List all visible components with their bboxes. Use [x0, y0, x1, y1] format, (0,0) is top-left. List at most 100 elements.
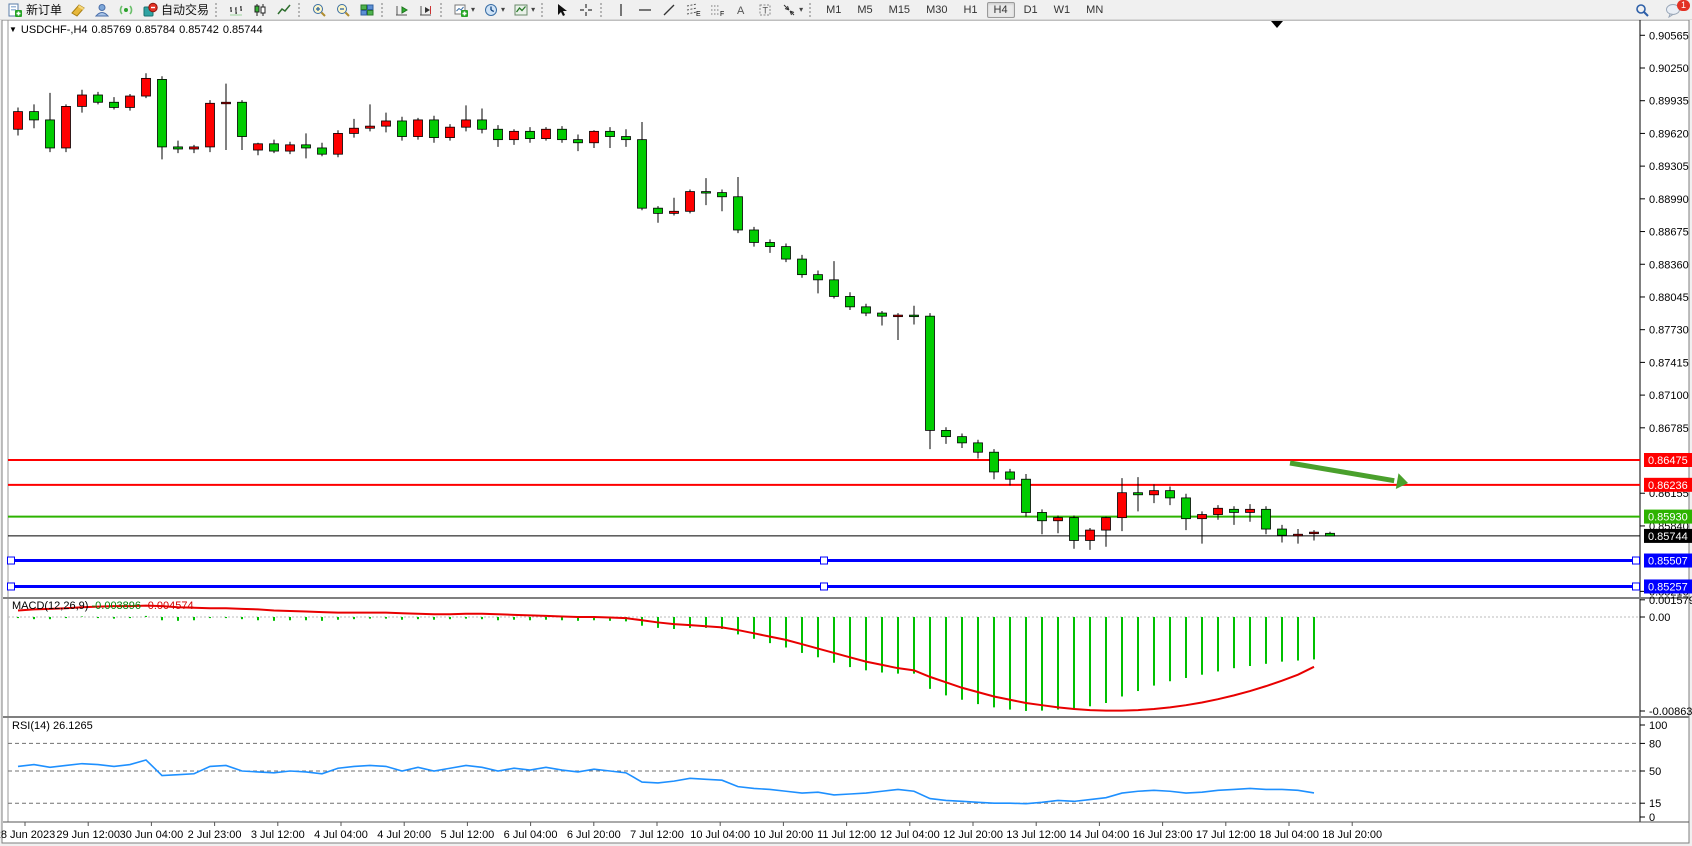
candle — [414, 118, 423, 140]
zoom-group — [307, 0, 379, 19]
trendline-tool-button[interactable] — [658, 0, 680, 19]
vline-icon — [613, 2, 629, 18]
tf-MN[interactable]: MN — [1079, 2, 1110, 18]
time-label: 16 Jul 23:00 — [1133, 829, 1193, 841]
price-tick-label: 0.89620 — [1649, 128, 1689, 140]
new-chart-button[interactable]: ▾ — [450, 0, 478, 19]
time-label: 7 Jul 12:00 — [630, 829, 684, 841]
line-drag-handle[interactable] — [8, 583, 15, 590]
candle — [158, 76, 167, 159]
line-drag-handle[interactable] — [8, 557, 15, 564]
macd-signal-value: -0.004574 — [144, 600, 194, 612]
candle-chart-button[interactable] — [249, 0, 271, 19]
toolbar-grip — [440, 3, 447, 17]
chart-dropdown-icon[interactable]: ▼ — [9, 25, 17, 34]
fibo-fan-icon: F — [709, 2, 725, 18]
shapes-button[interactable]: ▾ — [778, 0, 806, 19]
time-label: 6 Jul 04:00 — [504, 829, 558, 841]
profiles-button[interactable]: ▾ — [480, 0, 508, 19]
chart-type-group — [224, 0, 296, 19]
price-tick-label: 0.86785 — [1649, 423, 1689, 435]
community-button[interactable] — [91, 0, 113, 19]
tf-M1[interactable]: M1 — [819, 2, 848, 18]
line-drag-handle[interactable] — [1633, 557, 1640, 564]
cursor-button[interactable] — [551, 0, 573, 19]
chat-button[interactable]: 1 — [1662, 0, 1685, 19]
line-drag-handle[interactable] — [1633, 583, 1640, 590]
tile-windows-button[interactable] — [356, 0, 378, 19]
svg-text:E: E — [696, 11, 701, 18]
rsi-axis-label: 50 — [1649, 766, 1661, 778]
hline-tool-button[interactable] — [634, 0, 656, 19]
fibo-tool-button[interactable]: E — [682, 0, 704, 19]
chart-shift-icon — [418, 2, 434, 18]
timeframe-group: M1M5M15M30H1H4D1W1MN — [818, 0, 1111, 19]
trade-group: 新订单 自动交易 — [3, 0, 213, 19]
tf-W1[interactable]: W1 — [1047, 2, 1078, 18]
zoom-in-button[interactable] — [308, 0, 330, 19]
time-label: 12 Jul 04:00 — [880, 829, 940, 841]
auto-scroll-button[interactable] — [391, 0, 413, 19]
rsi-axis-label: 15 — [1649, 798, 1661, 810]
time-label: 11 Jul 12:00 — [817, 829, 876, 841]
new-order-button[interactable]: 新订单 — [4, 0, 65, 19]
line-drag-handle[interactable] — [821, 583, 828, 590]
bar-chart-icon — [228, 2, 244, 18]
price-chip-label: 0.86475 — [1648, 455, 1688, 467]
bar-chart-button[interactable] — [225, 0, 247, 19]
candle — [62, 104, 71, 152]
toolbar-grip — [215, 3, 222, 17]
auto-scroll-icon — [394, 2, 410, 18]
line-chart-button[interactable] — [273, 0, 295, 19]
search-button[interactable] — [1631, 0, 1653, 19]
search-icon — [1634, 2, 1650, 18]
price-tick-label: 0.88990 — [1649, 194, 1689, 206]
macd-label: MACD(12,26,9) -0.003896 -0.004574 — [12, 600, 194, 612]
svg-text:F: F — [720, 11, 724, 18]
vline-tool-button[interactable] — [610, 0, 632, 19]
candle — [1022, 474, 1031, 517]
zoom-out-button[interactable] — [332, 0, 354, 19]
rsi-name: RSI(14) — [12, 720, 50, 732]
chevron-down-icon: ▾ — [471, 5, 475, 14]
zoom-in-icon — [311, 2, 327, 18]
signals-button[interactable] — [115, 0, 137, 19]
crosshair-icon — [578, 2, 594, 18]
symbol-period: USDCHF-,H4 — [21, 24, 88, 36]
time-label: 12 Jul 20:00 — [943, 829, 1003, 841]
label-tool-button[interactable]: T — [754, 0, 776, 19]
tf-M5[interactable]: M5 — [850, 2, 879, 18]
hline-icon — [637, 2, 653, 18]
chart-shift-button[interactable] — [415, 0, 437, 19]
ticket-button[interactable] — [67, 0, 89, 19]
community-icon — [94, 2, 110, 18]
time-label: 30 Jun 04:00 — [120, 829, 184, 841]
time-label: 4 Jul 20:00 — [377, 829, 431, 841]
fibo-fan-tool-button[interactable]: F — [706, 0, 728, 19]
crosshair-button[interactable] — [575, 0, 597, 19]
tf-H1[interactable]: H1 — [956, 2, 984, 18]
price-tick-label: 0.87415 — [1649, 357, 1689, 369]
tf-M15[interactable]: M15 — [882, 2, 917, 18]
price-tick-label: 0.88360 — [1649, 259, 1689, 271]
autotrade-button[interactable]: 自动交易 — [139, 0, 212, 19]
time-label: 18 Jul 04:00 — [1259, 829, 1319, 841]
price-tick-label: 0.90250 — [1649, 63, 1689, 75]
tf-M30[interactable]: M30 — [919, 2, 954, 18]
time-label: 2 Jul 23:00 — [188, 829, 242, 841]
rsi-axis-label: 80 — [1649, 738, 1661, 750]
price-tick-label: 0.89305 — [1649, 161, 1689, 173]
line-drag-handle[interactable] — [821, 557, 828, 564]
chart-title: ▼USDCHF-,H40.857690.857840.857420.85744 — [9, 24, 267, 36]
time-label: 6 Jul 20:00 — [567, 829, 621, 841]
text-tool-button[interactable]: A — [730, 0, 752, 19]
macd-axis-label: -0.008633 — [1649, 706, 1692, 718]
tf-H4[interactable]: H4 — [987, 2, 1015, 18]
time-label: 10 Jul 04:00 — [690, 829, 750, 841]
templates-button[interactable]: ▾ — [510, 0, 538, 19]
tf-D1[interactable]: D1 — [1017, 2, 1045, 18]
ohlc-open: 0.85769 — [92, 24, 132, 36]
time-label: 29 Jun 12:00 — [56, 829, 120, 841]
rsi-axis-label: 0 — [1649, 812, 1655, 824]
tile-windows-icon — [359, 2, 375, 18]
